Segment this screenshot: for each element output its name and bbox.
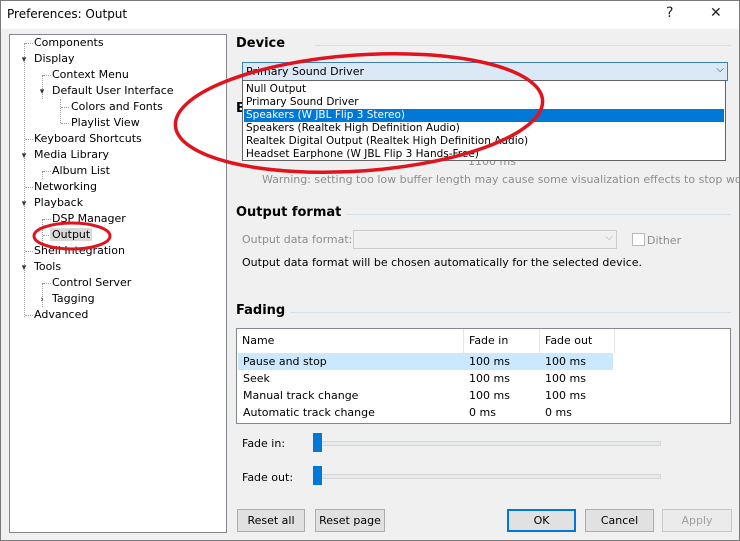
device-option[interactable]: Realtek Digital Output (Realtek High Def…	[244, 135, 724, 148]
fade-in-slider-thumb[interactable]	[313, 433, 322, 452]
cell-fade-out: 100 ms	[545, 372, 586, 385]
table-row[interactable]: Automatic track change 0 ms 0 ms	[238, 404, 613, 421]
divider	[346, 214, 731, 215]
preferences-window: Preferences: Output ? ✕ Components ▾ Dis…	[0, 0, 740, 541]
cell-fade-in: 100 ms	[469, 389, 510, 402]
table-row[interactable]: Pause and stop 100 ms 100 ms	[238, 353, 613, 370]
tree-item-dsp-manager[interactable]: DSP Manager	[52, 211, 126, 227]
output-format-heading: Output format	[236, 205, 342, 220]
output-format-note: Output data format will be chosen automa…	[242, 256, 643, 269]
device-dropdown-list[interactable]: Null Output Primary Sound Driver Speaker…	[242, 80, 726, 161]
tree-item-colors-and-fonts[interactable]: Colors and Fonts	[71, 99, 163, 115]
dither-label: Dither	[647, 234, 682, 247]
device-option[interactable]: Speakers (Realtek High Definition Audio)	[244, 122, 724, 135]
cell-fade-in: 0 ms	[469, 406, 496, 419]
cell-fade-out: 100 ms	[545, 389, 586, 402]
close-button[interactable]: ✕	[710, 5, 722, 21]
window-title: Preferences: Output	[7, 7, 128, 21]
device-select-value: Primary Sound Driver	[246, 65, 364, 78]
cell-fade-out: 0 ms	[545, 406, 572, 419]
tree-item-tagging[interactable]: Tagging	[52, 291, 95, 307]
tree-item-output[interactable]: Output	[50, 227, 93, 243]
apply-button[interactable]: Apply	[662, 509, 732, 532]
column-header-name[interactable]: Name	[237, 329, 464, 353]
ok-button[interactable]: OK	[507, 509, 576, 532]
fade-out-slider-thumb[interactable]	[313, 466, 322, 485]
device-option-highlighted[interactable]: Speakers (W JBL Flip 3 Stereo)	[244, 109, 724, 122]
reset-page-button[interactable]: Reset page	[315, 509, 385, 532]
tree-item-output-label: Output	[50, 228, 93, 241]
tree-item-control-server[interactable]: Control Server	[52, 275, 131, 291]
tree-item-networking[interactable]: Networking	[34, 179, 97, 195]
tree-item-shell-integration[interactable]: Shell Integration	[34, 243, 125, 259]
collapse-icon[interactable]: ▾	[19, 199, 29, 209]
fade-in-label: Fade in:	[242, 437, 286, 450]
tree-item-playlist-view[interactable]: Playlist View	[71, 115, 140, 131]
tree-item-components[interactable]: Components	[34, 35, 104, 51]
help-button[interactable]: ?	[666, 5, 673, 21]
expand-icon[interactable]: ›	[37, 295, 47, 305]
cell-name: Pause and stop	[243, 355, 327, 368]
cell-fade-in: 100 ms	[469, 372, 510, 385]
table-row[interactable]: Manual track change 100 ms 100 ms	[238, 387, 613, 404]
cell-fade-out: 100 ms	[545, 355, 586, 368]
output-data-format-select[interactable]: ⌵	[353, 230, 617, 249]
chevron-down-icon: ⌵	[605, 232, 613, 243]
tree-item-default-user-interface[interactable]: Default User Interface	[52, 83, 174, 99]
tree-item-playback[interactable]: Playback	[34, 195, 83, 211]
divider	[290, 312, 731, 313]
title-bar: Preferences: Output ? ✕	[1, 1, 739, 29]
fading-heading: Fading	[236, 303, 286, 318]
device-heading: Device	[236, 36, 286, 51]
tree-item-advanced[interactable]: Advanced	[34, 307, 88, 323]
device-option[interactable]: Primary Sound Driver	[244, 96, 724, 109]
dither-checkbox[interactable]	[632, 233, 645, 246]
device-option[interactable]: Null Output	[244, 83, 724, 96]
reset-all-button[interactable]: Reset all	[237, 509, 305, 532]
divider	[315, 45, 731, 46]
tree-item-media-library[interactable]: Media Library	[34, 147, 109, 163]
chevron-down-icon: ⌵	[716, 64, 724, 75]
collapse-icon[interactable]: ▾	[19, 55, 29, 65]
cell-fade-in: 100 ms	[469, 355, 510, 368]
tree-item-album-list[interactable]: Album List	[52, 163, 110, 179]
buffer-warning: Warning: setting too low buffer length m…	[262, 173, 740, 186]
collapse-icon[interactable]: ▾	[37, 87, 47, 97]
table-row[interactable]: Seek 100 ms 100 ms	[238, 370, 613, 387]
cell-name: Seek	[243, 372, 270, 385]
tree-item-context-menu[interactable]: Context Menu	[52, 67, 129, 83]
column-header-fade-in[interactable]: Fade in	[464, 329, 540, 353]
fade-out-slider-track[interactable]	[313, 474, 661, 479]
device-option[interactable]: Headset Earphone (W JBL Flip 3 Hands-Fre…	[244, 148, 724, 161]
preferences-tree[interactable]: Components ▾ Display Context Menu ▾ Defa…	[9, 34, 227, 533]
fade-out-label: Fade out:	[242, 471, 294, 484]
cancel-button[interactable]: Cancel	[585, 509, 654, 532]
collapse-icon[interactable]: ▾	[19, 151, 29, 161]
output-data-format-label: Output data format:	[242, 233, 353, 246]
tree-item-display[interactable]: Display	[34, 51, 75, 67]
cell-name: Manual track change	[243, 389, 359, 402]
column-header-fade-out[interactable]: Fade out	[540, 329, 615, 353]
cell-name: Automatic track change	[243, 406, 375, 419]
fading-table[interactable]: Name Fade in Fade out Pause and stop 100…	[236, 328, 731, 424]
collapse-icon[interactable]: ▾	[19, 263, 29, 273]
fade-in-slider-track[interactable]	[313, 441, 661, 446]
tree-item-tools[interactable]: Tools	[34, 259, 61, 275]
tree-item-keyboard-shortcuts[interactable]: Keyboard Shortcuts	[34, 131, 142, 147]
device-select[interactable]: Primary Sound Driver ⌵	[242, 62, 728, 81]
